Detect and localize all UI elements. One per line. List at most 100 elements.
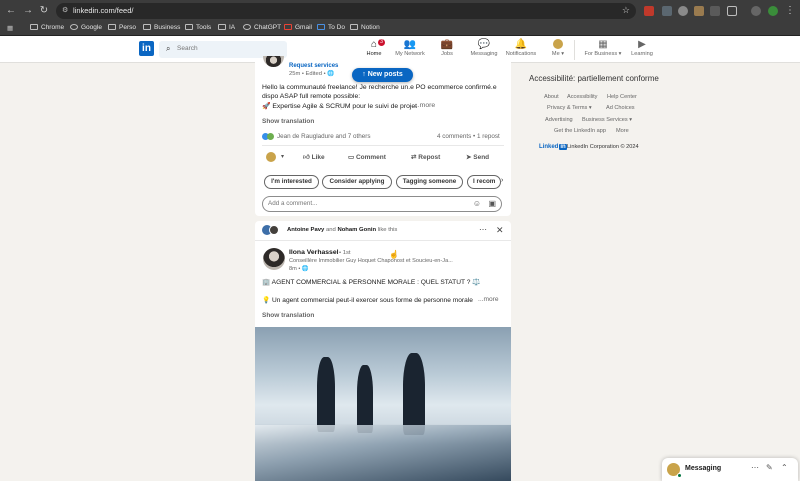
messaging-overlay[interactable]: Messaging ⋯ ✎ ⌃ — [662, 458, 798, 481]
footer-link[interactable]: More — [616, 128, 629, 134]
forward-icon[interactable]: → — [22, 5, 34, 17]
show-translation-link[interactable]: Show translation — [262, 312, 314, 319]
back-icon[interactable]: ← — [5, 5, 17, 17]
browser-toolbar: ← → ↻ ⚙ linkedin.com/feed/ ☆ ⋮ — [0, 0, 800, 21]
see-more-link[interactable]: ...more — [478, 296, 499, 303]
bookmark-item[interactable]: Perso — [108, 24, 136, 31]
quick-reply-pill[interactable]: Tagging someone — [396, 175, 463, 189]
bookmark-item[interactable]: Tools — [185, 24, 211, 31]
divider — [262, 145, 504, 146]
profile-avatar-icon[interactable] — [768, 6, 778, 16]
address-bar[interactable]: ⚙ linkedin.com/feed/ ☆ — [56, 3, 636, 19]
footer-link[interactable]: Business Services ▾ — [582, 117, 632, 123]
search-input[interactable] — [177, 45, 277, 52]
like-button[interactable]: 👍︎ Like — [303, 153, 325, 161]
profile-icon[interactable] — [751, 6, 761, 16]
bookmark-item[interactable]: Google — [70, 24, 102, 31]
post-text-line: dispo ASAP full remote possible: — [262, 93, 361, 100]
reactions-count[interactable]: Jean de Raugladure and 7 others — [277, 133, 370, 140]
nav-for-business[interactable]: ▦ For Business ▾ — [580, 39, 626, 62]
briefcase-icon: 💼 — [440, 39, 454, 50]
bookmark-item[interactable]: To Do — [317, 24, 345, 31]
quick-reply-pill[interactable]: I'm interested — [264, 175, 319, 189]
comment-input[interactable] — [268, 200, 448, 207]
send-button[interactable]: ➤ Send — [466, 153, 489, 161]
more-options-icon[interactable]: ⋯ — [479, 225, 487, 234]
bookmark-item[interactable]: Gmail — [284, 24, 312, 31]
see-more-link[interactable]: ...more — [414, 102, 435, 109]
url-text: linkedin.com/feed/ — [73, 6, 134, 15]
image-icon[interactable]: ▣ — [488, 199, 496, 208]
search-icon: ⌕ — [166, 44, 171, 53]
extension-icon[interactable] — [662, 6, 672, 16]
author-name[interactable]: Ilona Verhassel — [289, 249, 339, 256]
footer-link[interactable]: Get the LinkedIn app — [554, 128, 606, 134]
home-icon: ⌂ — [370, 39, 378, 50]
comment-button[interactable]: ▭ Comment — [348, 153, 386, 161]
emoji-icon[interactable]: ☺ — [473, 199, 481, 208]
comments-reposts-count[interactable]: 4 comments • 1 repost — [437, 133, 500, 140]
bookmark-item[interactable]: Chrome — [30, 24, 64, 31]
author-avatar[interactable] — [263, 248, 285, 270]
reactions-icon — [262, 133, 274, 142]
request-services-link[interactable]: Request services — [289, 63, 338, 69]
notification-badge: 3 — [378, 39, 385, 46]
extension-icon[interactable] — [694, 6, 704, 16]
footer-link[interactable]: Advertising — [545, 117, 573, 123]
social-avatar[interactable] — [269, 225, 279, 235]
extensions-puzzle-icon[interactable] — [727, 6, 737, 16]
repost-button[interactable]: ⇄ Repost — [411, 153, 440, 161]
messaging-label[interactable]: Messaging — [685, 465, 721, 472]
compose-icon[interactable]: ✎ — [766, 463, 773, 472]
online-status-icon — [677, 473, 682, 478]
linkedin-logo-icon[interactable]: in — [139, 41, 154, 56]
comment-icon: ▭ — [348, 154, 356, 161]
silhouette — [357, 365, 373, 433]
bookmark-item[interactable]: IA — [218, 24, 235, 31]
reaction-avatar-selector[interactable] — [266, 152, 276, 162]
quick-reply-pill[interactable]: Consider applying — [322, 175, 392, 189]
bookmark-item[interactable]: Notion — [350, 24, 380, 31]
new-posts-button[interactable]: ↑ New posts — [352, 68, 413, 82]
copyright: LinkedIn Corporation © 2024 — [567, 144, 639, 150]
footer-link[interactable]: Accessibility — [567, 94, 597, 100]
post-meta: 8m • 🌐 — [289, 266, 309, 272]
more-options-icon[interactable]: ⋯ — [751, 463, 759, 472]
show-translation-link[interactable]: Show translation — [262, 118, 314, 125]
accessibility-status[interactable]: Accessibilité: partiellement conforme — [529, 74, 659, 83]
footer-link[interactable]: Help Center — [607, 94, 637, 100]
bookmark-item[interactable]: ChatGPT — [243, 24, 281, 31]
desk-surface — [255, 425, 511, 481]
nav-learning[interactable]: ▶ Learning — [624, 39, 660, 62]
extension-icon[interactable] — [678, 6, 688, 16]
divider — [255, 240, 511, 241]
silhouette — [403, 353, 425, 435]
chevron-right-icon[interactable]: › — [501, 177, 503, 184]
post-text-line: Hello la communauté freelance! Je recher… — [262, 84, 497, 91]
apps-icon[interactable]: ▦ — [7, 24, 13, 32]
footer-link[interactable]: About — [544, 94, 559, 100]
post-image[interactable] — [255, 327, 511, 481]
author-headline: Conseillère Immobilier Guy Hoquet Chapon… — [289, 258, 453, 264]
nav-me[interactable]: Me ▾ — [540, 39, 576, 62]
reload-icon[interactable]: ↻ — [38, 5, 50, 17]
footer-link[interactable]: Ad Choices — [606, 105, 635, 111]
site-info-icon[interactable]: ⚙ — [62, 6, 68, 14]
bookmark-star-icon[interactable]: ☆ — [622, 5, 630, 16]
browser-menu-icon[interactable]: ⋮ — [784, 5, 796, 17]
play-icon: ▶ — [638, 39, 646, 50]
extension-icon[interactable] — [710, 6, 720, 16]
extension-icon[interactable] — [644, 6, 654, 16]
quick-reply-pill[interactable]: I recom — [467, 175, 501, 189]
chevron-down-icon[interactable]: ▾ — [281, 153, 284, 160]
silhouette — [317, 357, 335, 432]
connection-degree: • 1st — [339, 250, 351, 256]
close-icon[interactable]: ✕ — [496, 225, 504, 236]
comment-box[interactable]: ☺ ▣ — [262, 196, 502, 212]
post-text-line: 🚀 Expertise Agile & SCRUM pour le suivi … — [262, 103, 418, 110]
chevron-up-icon[interactable]: ⌃ — [781, 463, 788, 472]
footer-link[interactable]: Privacy & Terms ▾ — [547, 105, 592, 111]
grid-icon: ▦ — [598, 39, 608, 50]
nav-divider — [574, 40, 575, 60]
bookmark-item[interactable]: Business — [143, 24, 180, 31]
